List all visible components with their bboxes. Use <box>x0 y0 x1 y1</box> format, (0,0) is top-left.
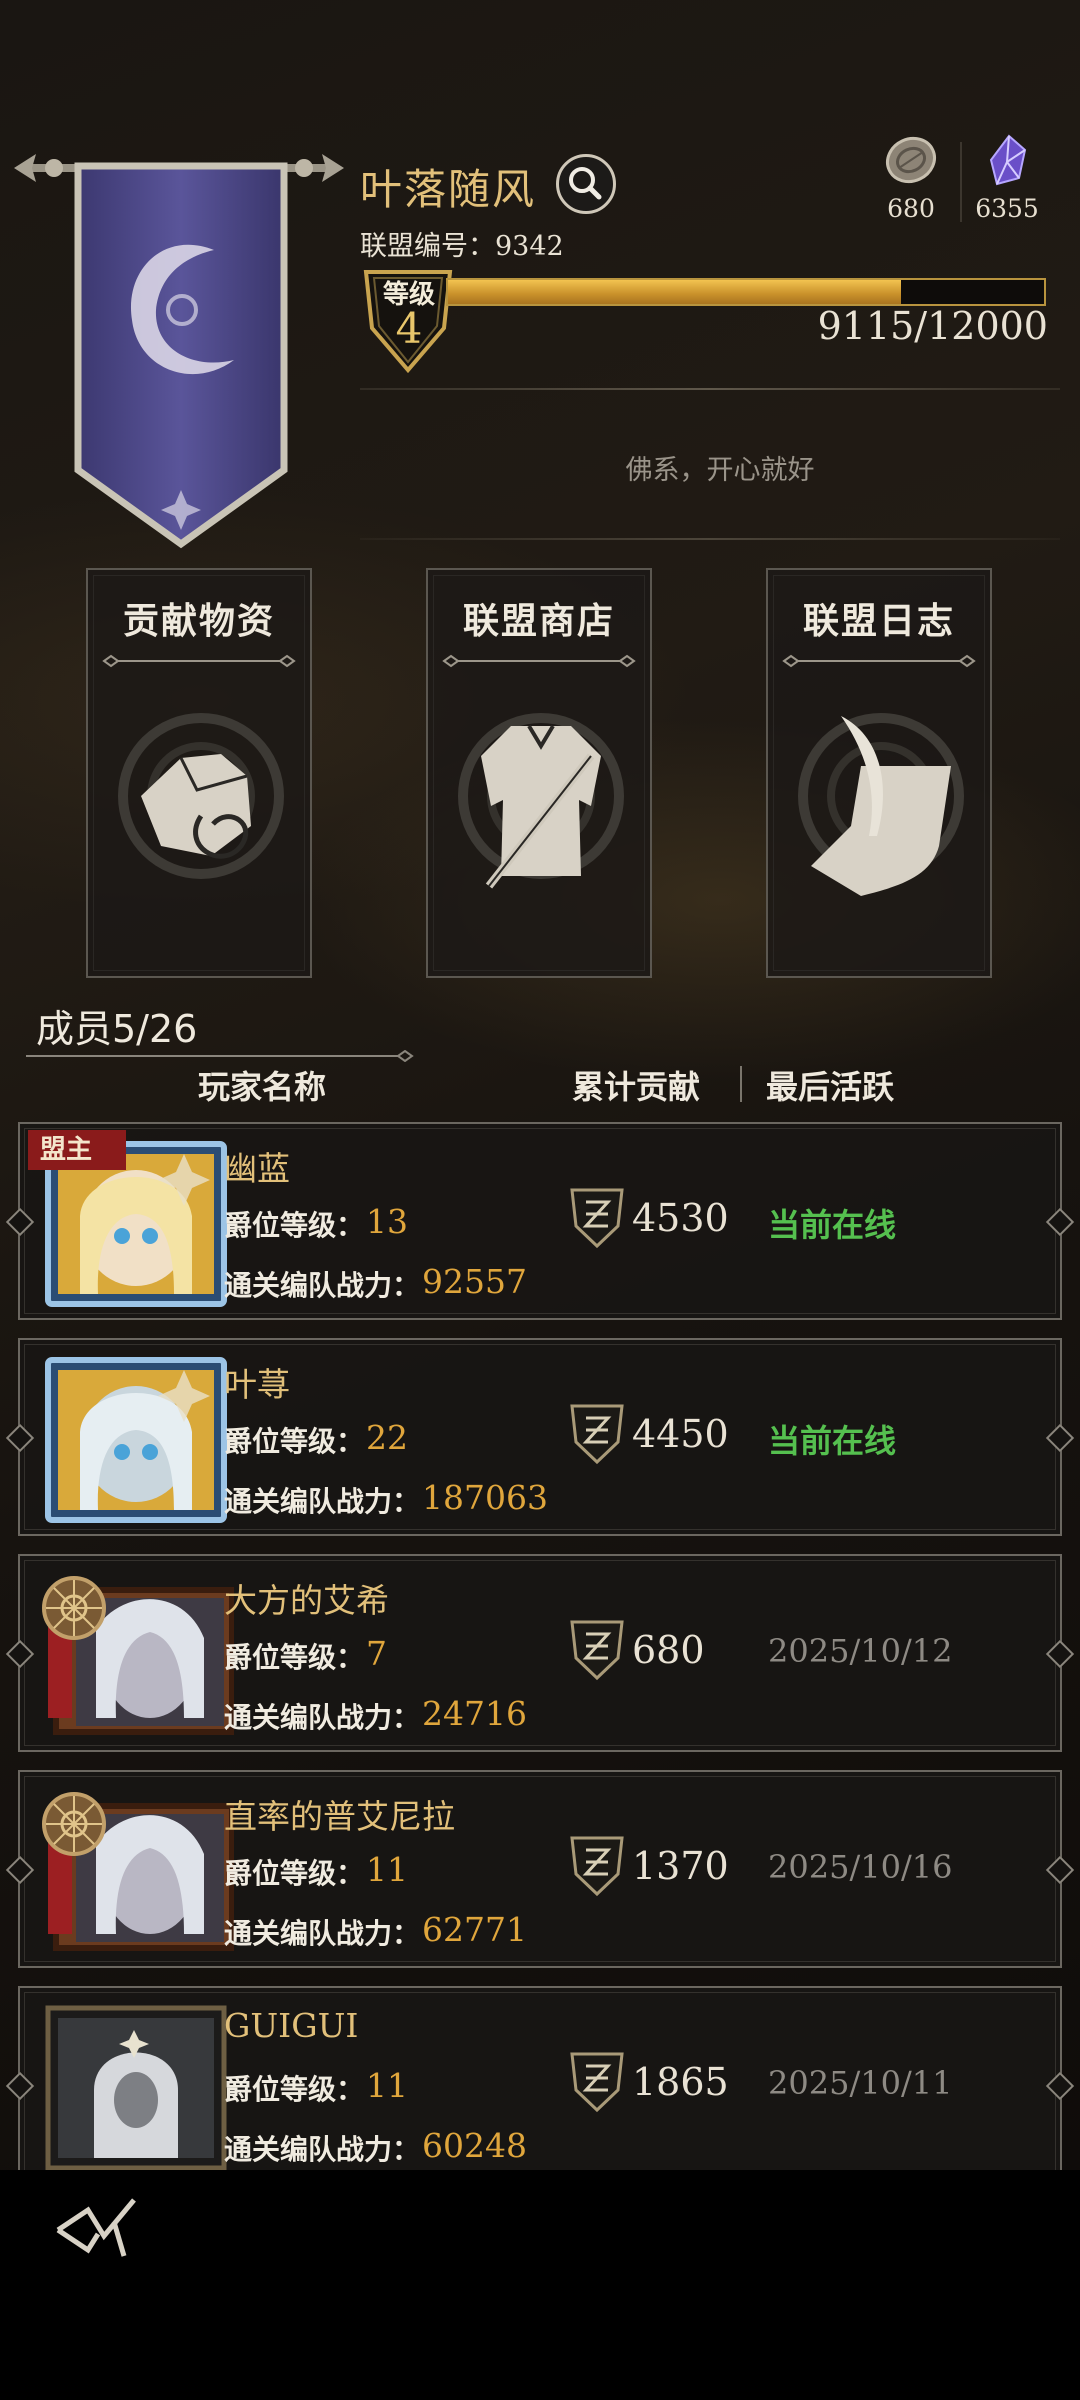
xp-text: 9115/12000 <box>817 304 1048 348</box>
member-last-active: 当前在线 <box>768 1422 897 1460</box>
level-value: 4 <box>395 304 423 353</box>
member-contribution: 4530 <box>632 1196 729 1240</box>
ornament-divider <box>26 1050 414 1062</box>
contribution-emblem-icon <box>570 1188 624 1249</box>
avatar[interactable] <box>34 1568 234 1742</box>
ornament-divider <box>782 654 976 668</box>
alliance-log-card[interactable]: 联盟日志 <box>766 568 992 978</box>
member-power: 92557 <box>422 1262 527 1301</box>
rank-label: 爵位等级： <box>224 1857 365 1890</box>
member-row[interactable]: 盟主 幽蓝 爵位等级： 13 通关编队战力： 92557 4530 当前在线 <box>5 1122 1075 1320</box>
member-rank: 13 <box>366 1202 408 1241</box>
member-contribution: 1865 <box>632 2060 729 2104</box>
ornament-divider <box>102 654 296 668</box>
xp-progress-bar <box>446 278 1046 306</box>
purple-crystal-icon <box>989 134 1027 186</box>
member-name: 直率的普艾尼拉 <box>224 1797 455 1836</box>
avatar[interactable] <box>34 1784 234 1958</box>
currency-crystal[interactable]: 6355 <box>962 132 1052 223</box>
avatar[interactable] <box>34 2000 234 2174</box>
divider <box>360 538 1060 540</box>
member-rank: 22 <box>366 1418 408 1457</box>
member-rank: 11 <box>366 1850 408 1889</box>
member-rank: 7 <box>366 1634 387 1673</box>
member-last-active: 2025/10/11 <box>768 2064 953 2102</box>
rank-label: 爵位等级： <box>224 1641 365 1674</box>
rank-label: 爵位等级： <box>224 1209 365 1242</box>
contribution-emblem-icon <box>570 2052 624 2113</box>
card-title: 联盟商店 <box>462 601 615 642</box>
alliance-id: 联盟编号：9342 <box>360 224 564 263</box>
contribution-emblem-icon <box>570 1620 624 1681</box>
member-row[interactable]: GUIGUI 爵位等级： 11 通关编队战力： 60248 1865 2025/… <box>5 1986 1075 2184</box>
alliance-id-value: 9342 <box>495 231 564 262</box>
column-header-name: 玩家名称 <box>198 1068 327 1106</box>
ornament-divider <box>442 654 636 668</box>
rank-label: 爵位等级： <box>224 2073 365 2106</box>
avatar[interactable] <box>34 1352 234 1526</box>
members-title: 成员5/26 <box>36 1007 198 1051</box>
member-power: 60248 <box>422 2126 527 2165</box>
member-name: 大方的艾希 <box>224 1581 389 1620</box>
supplies-icon <box>118 713 284 879</box>
column-header-contribution[interactable]: 累计贡献 <box>572 1062 700 1108</box>
member-last-active: 2025/10/16 <box>768 1848 953 1886</box>
member-power: 187063 <box>422 1478 548 1517</box>
coin-icon <box>886 136 936 184</box>
power-label: 通关编队战力： <box>224 1269 421 1302</box>
member-power: 62771 <box>422 1910 527 1949</box>
member-row[interactable]: 叶荨 爵位等级： 22 通关编队战力： 187063 4450 当前在线 <box>5 1338 1075 1536</box>
member-name: GUIGUI <box>224 2006 359 2045</box>
leader-badge: 盟主 <box>28 1130 126 1170</box>
alliance-id-label: 联盟编号： <box>360 231 495 262</box>
member-row[interactable]: 直率的普艾尼拉 爵位等级： 11 通关编队战力： 62771 1370 2025… <box>5 1770 1075 1968</box>
bottom-bar <box>0 2170 1080 2400</box>
power-label: 通关编队战力： <box>224 1701 421 1734</box>
back-icon[interactable] <box>54 2196 138 2260</box>
contribute-supplies-card[interactable]: 贡献物资 <box>86 568 312 978</box>
alliance-shop-card[interactable]: 联盟商店 <box>426 568 652 978</box>
currency-coin[interactable]: 680 <box>866 132 956 223</box>
power-label: 通关编队战力： <box>224 1917 421 1950</box>
armor-shop-icon <box>458 713 624 889</box>
member-rank: 11 <box>366 2066 408 2105</box>
column-divider <box>740 1066 742 1102</box>
contribution-emblem-icon <box>570 1404 624 1465</box>
alliance-name: 叶落随风 <box>360 165 537 214</box>
power-label: 通关编队战力： <box>224 2133 421 2166</box>
member-last-active: 当前在线 <box>768 1206 897 1244</box>
card-title: 联盟日志 <box>802 601 955 642</box>
member-name: 叶荨 <box>224 1365 290 1404</box>
member-row[interactable]: 大方的艾希 爵位等级： 7 通关编队战力： 24716 680 2025/10/… <box>5 1554 1075 1752</box>
divider <box>360 388 1060 390</box>
member-contribution: 1370 <box>632 1844 729 1888</box>
member-contribution: 680 <box>632 1628 705 1672</box>
member-power: 24716 <box>422 1694 527 1733</box>
alliance-motto: 佛系，开心就好 <box>625 455 815 486</box>
search-icon <box>569 167 602 200</box>
card-title: 贡献物资 <box>122 601 275 642</box>
xp-progress-fill <box>448 280 901 304</box>
member-name: 幽蓝 <box>224 1149 290 1188</box>
coin-value: 680 <box>887 194 935 223</box>
member-contribution: 4450 <box>632 1412 729 1456</box>
quill-scroll-icon <box>798 713 964 896</box>
power-label: 通关编队战力： <box>224 1485 421 1518</box>
crystal-value: 6355 <box>975 194 1039 223</box>
alliance-banner-icon <box>14 154 344 549</box>
column-header-last-active[interactable]: 最后活跃 <box>766 1062 894 1108</box>
rank-label: 爵位等级： <box>224 1425 365 1458</box>
contribution-emblem-icon <box>570 1836 624 1897</box>
search-button[interactable] <box>556 154 616 214</box>
member-last-active: 2025/10/12 <box>768 1632 953 1670</box>
